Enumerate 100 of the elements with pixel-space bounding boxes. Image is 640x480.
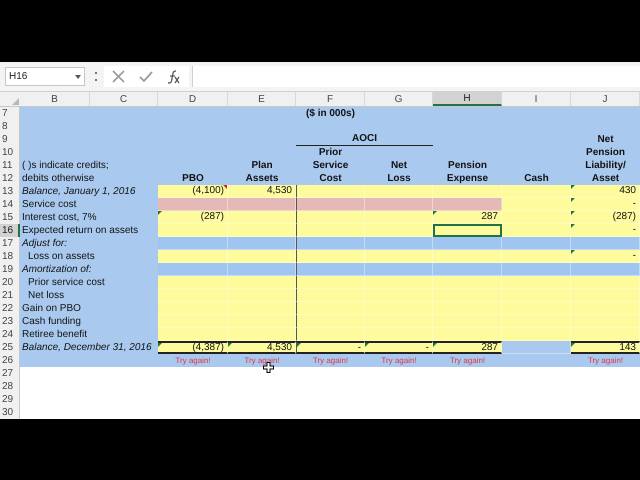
row-header[interactable]: 17 [0, 237, 20, 250]
table-cell[interactable]: 287 [433, 341, 502, 354]
table-cell[interactable] [365, 185, 433, 198]
table-cell[interactable] [433, 263, 502, 276]
table-cell[interactable] [228, 302, 296, 315]
row-header[interactable]: 16 [0, 224, 20, 237]
dropdown-icon[interactable] [75, 74, 81, 78]
table-cell[interactable] [433, 315, 502, 328]
table-cell[interactable] [502, 328, 571, 341]
table-cell[interactable] [228, 276, 296, 289]
table-cell[interactable] [228, 315, 296, 328]
table-cell[interactable] [433, 289, 502, 302]
table-cell[interactable]: - [571, 198, 640, 211]
table-cell[interactable]: 287 [433, 211, 502, 224]
table-cell[interactable] [296, 315, 365, 328]
table-cell[interactable]: (4,100) [158, 185, 228, 198]
row-header[interactable]: 13 [0, 185, 20, 198]
row-header[interactable]: 21 [0, 289, 20, 302]
table-cell[interactable] [571, 302, 640, 315]
table-cell[interactable]: (287) [158, 211, 228, 224]
table-cell[interactable] [158, 289, 228, 302]
table-cell[interactable] [571, 237, 640, 250]
table-cell[interactable] [365, 315, 433, 328]
table-cell[interactable] [228, 237, 296, 250]
table-cell[interactable] [502, 250, 571, 263]
table-cell[interactable] [296, 289, 365, 302]
column-header[interactable]: I [502, 92, 571, 106]
table-cell[interactable] [296, 211, 365, 224]
table-cell[interactable] [228, 224, 296, 237]
table-cell[interactable] [296, 237, 365, 250]
table-cell[interactable] [158, 237, 228, 250]
table-cell[interactable] [296, 328, 365, 341]
table-cell[interactable] [433, 328, 502, 341]
table-cell[interactable] [296, 263, 365, 276]
column-header[interactable]: E [228, 92, 296, 106]
table-cell[interactable] [365, 263, 433, 276]
table-cell[interactable] [433, 224, 502, 237]
table-cell[interactable]: 143 [571, 341, 640, 354]
table-cell[interactable] [365, 276, 433, 289]
table-cell[interactable] [365, 328, 433, 341]
table-cell[interactable] [228, 198, 296, 211]
check-icon[interactable] [139, 70, 153, 82]
row-header[interactable]: 30 [0, 406, 20, 419]
table-cell[interactable] [296, 185, 365, 198]
table-cell[interactable] [228, 289, 296, 302]
table-cell[interactable] [158, 224, 228, 237]
table-cell[interactable] [228, 211, 296, 224]
table-cell[interactable]: (287) [571, 211, 640, 224]
table-cell[interactable] [433, 250, 502, 263]
table-cell[interactable] [365, 250, 433, 263]
table-cell[interactable] [158, 315, 228, 328]
table-cell[interactable] [502, 237, 571, 250]
row-header[interactable]: 29 [0, 393, 20, 406]
column-header[interactable]: D [158, 92, 228, 106]
table-cell[interactable] [502, 224, 571, 237]
function-icon[interactable] [167, 70, 181, 84]
table-cell[interactable] [296, 276, 365, 289]
table-cell[interactable] [296, 198, 365, 211]
table-cell[interactable] [365, 289, 433, 302]
table-cell[interactable] [571, 276, 640, 289]
column-header[interactable]: F [296, 92, 365, 106]
row-header[interactable]: 7 [0, 107, 20, 120]
table-cell[interactable]: (4,387) [158, 341, 228, 354]
table-cell[interactable] [433, 237, 502, 250]
table-cell[interactable] [571, 315, 640, 328]
select-all-icon[interactable] [12, 98, 19, 105]
table-cell[interactable] [502, 198, 571, 211]
row-header[interactable]: 11 [0, 159, 20, 172]
row-header[interactable]: 27 [0, 367, 20, 380]
table-cell[interactable] [228, 263, 296, 276]
column-header[interactable]: H [433, 92, 502, 106]
row-header[interactable]: 28 [0, 380, 20, 393]
table-cell[interactable] [502, 315, 571, 328]
table-cell[interactable] [365, 224, 433, 237]
table-cell[interactable] [158, 302, 228, 315]
column-header[interactable]: J [571, 92, 640, 106]
table-cell[interactable] [433, 198, 502, 211]
table-cell[interactable] [502, 289, 571, 302]
row-header[interactable]: 20 [0, 276, 20, 289]
table-cell[interactable] [502, 276, 571, 289]
row-header[interactable]: 22 [0, 302, 20, 315]
table-cell[interactable] [571, 328, 640, 341]
row-header[interactable]: 26 [0, 354, 20, 367]
row-header[interactable]: 10 [0, 146, 20, 159]
row-header[interactable]: 24 [0, 328, 20, 341]
table-cell[interactable] [502, 341, 571, 354]
table-cell[interactable] [296, 250, 365, 263]
table-cell[interactable] [228, 328, 296, 341]
row-header[interactable]: 18 [0, 250, 20, 263]
table-cell[interactable] [502, 263, 571, 276]
table-cell[interactable] [296, 302, 365, 315]
row-header[interactable]: 12 [0, 172, 20, 185]
table-cell[interactable] [365, 198, 433, 211]
table-cell[interactable] [228, 250, 296, 263]
row-header[interactable]: 23 [0, 315, 20, 328]
row-header[interactable]: 14 [0, 198, 20, 211]
table-cell[interactable] [365, 302, 433, 315]
table-cell[interactable] [158, 263, 228, 276]
row-header[interactable]: 15 [0, 211, 20, 224]
table-cell[interactable] [502, 185, 571, 198]
